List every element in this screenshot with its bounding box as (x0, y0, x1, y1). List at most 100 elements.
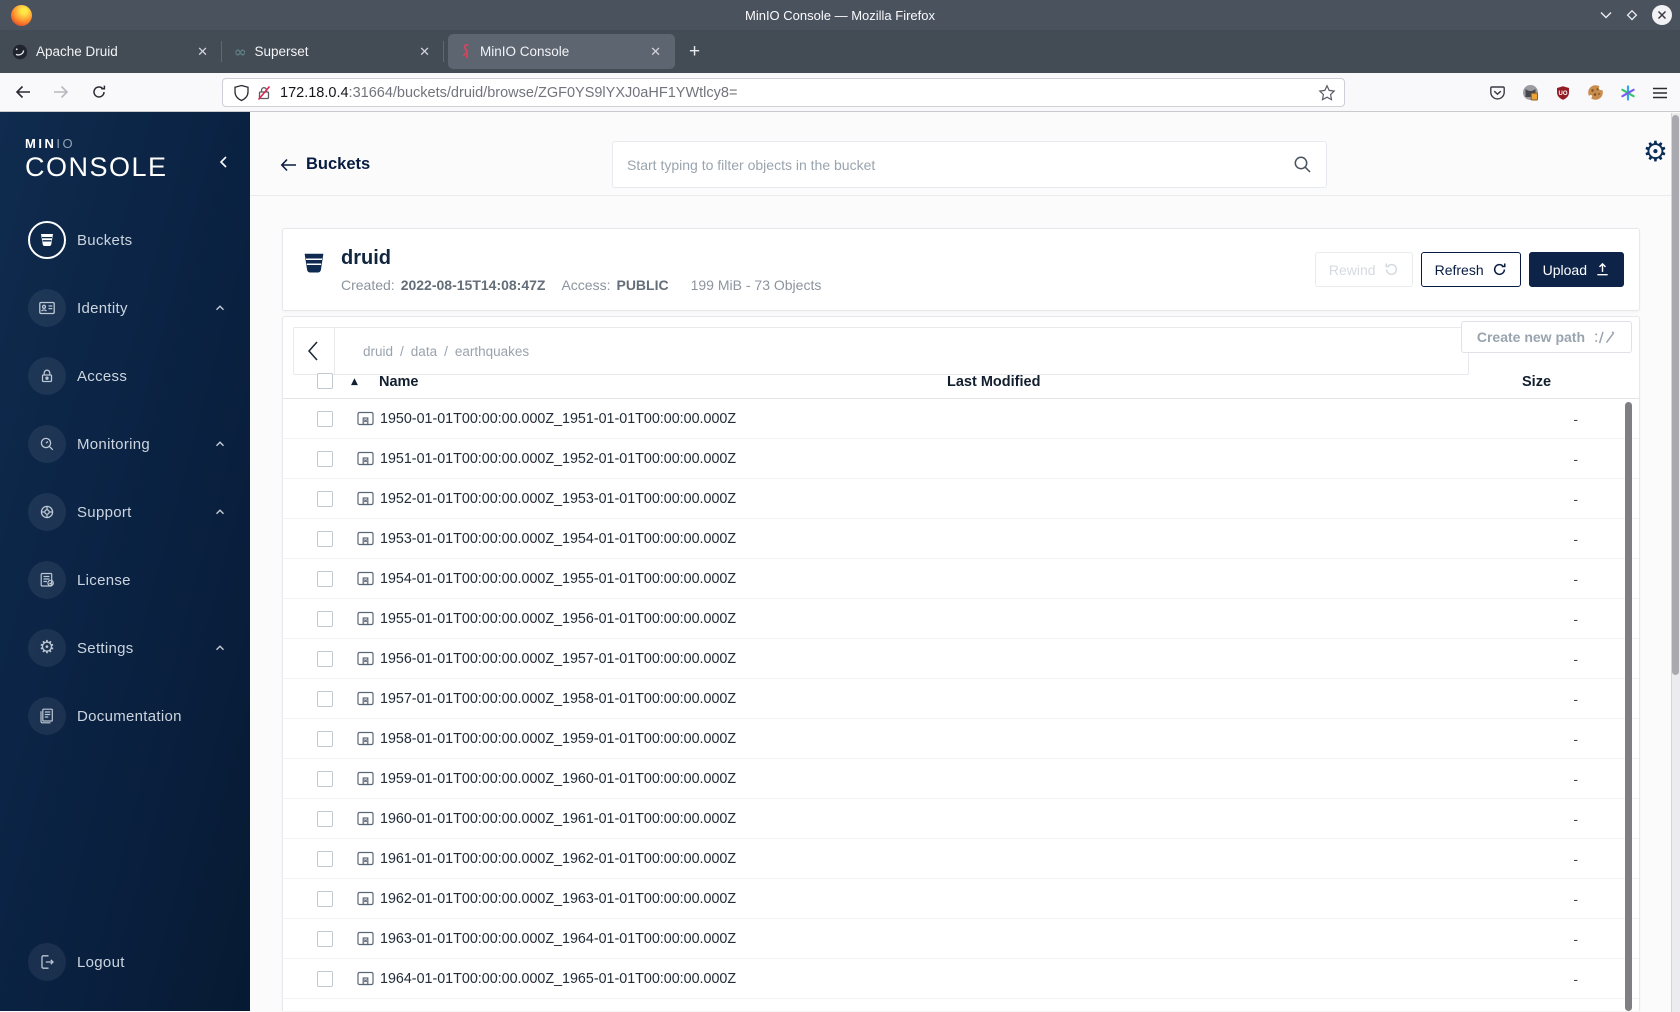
row-checkbox[interactable] (317, 570, 333, 587)
object-name[interactable]: 1960-01-01T00:00:00.000Z_1961-01-01T00:0… (380, 811, 736, 827)
breadcrumb-item[interactable]: data (411, 344, 437, 359)
back-button[interactable] (8, 78, 38, 106)
row-checkbox[interactable] (317, 770, 333, 787)
sidebar-item-identity[interactable]: Identity (0, 286, 250, 330)
object-name[interactable]: 1957-01-01T00:00:00.000Z_1958-01-01T00:0… (380, 691, 736, 707)
chevron-up-icon[interactable] (213, 641, 227, 655)
sidebar-item-monitoring[interactable]: Monitoring (0, 422, 250, 466)
sidebar-item-documentation[interactable]: Documentation (0, 694, 250, 738)
tab-minio-console[interactable]: MinIO Console ✕ (448, 30, 675, 73)
chevron-up-icon[interactable] (213, 437, 227, 451)
create-new-path-button[interactable]: Create new path (1460, 321, 1632, 353)
object-name[interactable]: 1963-01-01T00:00:00.000Z_1964-01-01T00:0… (380, 931, 736, 947)
table-row[interactable]: 1956-01-01T00:00:00.000Z_1957-01-01T00:0… (283, 639, 1639, 679)
sidebar-item-license[interactable]: License (0, 558, 250, 602)
row-checkbox[interactable] (317, 730, 333, 747)
object-name[interactable]: 1954-01-01T00:00:00.000Z_1955-01-01T00:0… (380, 571, 736, 587)
chevron-up-icon[interactable] (213, 505, 227, 519)
object-name[interactable]: 1959-01-01T00:00:00.000Z_1960-01-01T00:0… (380, 771, 736, 787)
object-name[interactable]: 1951-01-01T00:00:00.000Z_1952-01-01T00:0… (380, 451, 736, 467)
row-checkbox[interactable] (317, 410, 333, 427)
tab-apache-druid[interactable]: Apache Druid ✕ (0, 30, 222, 73)
back-to-buckets-link[interactable]: Buckets (280, 155, 370, 174)
rewind-button[interactable]: Rewind (1314, 252, 1413, 287)
row-checkbox[interactable] (317, 970, 333, 987)
window-maximize-button[interactable] (1625, 8, 1639, 22)
sidebar-item-logout[interactable]: Logout (0, 940, 250, 984)
table-row[interactable]: 1951-01-01T00:00:00.000Z_1952-01-01T00:0… (283, 439, 1639, 479)
sidebar-item-support[interactable]: Support (0, 490, 250, 534)
column-header-name[interactable]: Name (379, 374, 419, 390)
sidebar-item-access[interactable]: Access (0, 354, 250, 398)
ublock-origin-icon[interactable]: UO (1555, 85, 1571, 101)
table-row[interactable]: 1960-01-01T00:00:00.000Z_1961-01-01T00:0… (283, 799, 1639, 839)
refresh-button[interactable]: Refresh (1420, 252, 1521, 287)
table-row[interactable]: 1964-01-01T00:00:00.000Z_1965-01-01T00:0… (283, 959, 1639, 999)
object-name[interactable]: 1952-01-01T00:00:00.000Z_1953-01-01T00:0… (380, 491, 736, 507)
sort-ascending-icon[interactable]: ▲ (351, 377, 358, 387)
row-checkbox[interactable] (317, 650, 333, 667)
breadcrumb-back-button[interactable] (294, 328, 335, 374)
cookie-icon[interactable] (1587, 84, 1604, 101)
table-row[interactable]: 1961-01-01T00:00:00.000Z_1962-01-01T00:0… (283, 839, 1639, 879)
new-tab-button[interactable]: + (675, 30, 714, 73)
object-name[interactable]: 1958-01-01T00:00:00.000Z_1959-01-01T00:0… (380, 731, 736, 747)
insecure-lock-icon[interactable] (256, 85, 272, 101)
object-name[interactable]: 1955-01-01T00:00:00.000Z_1956-01-01T00:0… (380, 611, 736, 627)
url-bar[interactable]: 172.18.0.4:31664/buckets/druid/browse/ZG… (222, 78, 1345, 107)
bookmark-star-icon[interactable] (1318, 83, 1336, 102)
settings-gear-icon[interactable]: ⚙ (1643, 138, 1668, 166)
asterisk-extension-icon[interactable] (1620, 84, 1636, 101)
table-row[interactable]: 1953-01-01T00:00:00.000Z_1954-01-01T00:0… (283, 519, 1639, 559)
table-row[interactable]: 1958-01-01T00:00:00.000Z_1959-01-01T00:0… (283, 719, 1639, 759)
table-scrollbar[interactable] (1625, 402, 1632, 1011)
table-row[interactable]: 1950-01-01T00:00:00.000Z_1951-01-01T00:0… (283, 399, 1639, 439)
row-checkbox[interactable] (317, 610, 333, 627)
hamburger-menu-icon[interactable] (1652, 86, 1668, 100)
row-checkbox[interactable] (317, 930, 333, 947)
sidebar-item-buckets[interactable]: Buckets (0, 218, 250, 262)
table-row[interactable]: 1959-01-01T00:00:00.000Z_1960-01-01T00:0… (283, 759, 1639, 799)
forward-button[interactable] (46, 78, 76, 106)
row-checkbox[interactable] (317, 530, 333, 547)
row-checkbox[interactable] (317, 450, 333, 467)
search-input[interactable] (613, 156, 1292, 173)
table-row[interactable]: 1957-01-01T00:00:00.000Z_1958-01-01T00:0… (283, 679, 1639, 719)
upload-button[interactable]: Upload (1528, 252, 1624, 287)
tab-superset[interactable]: ∞ Superset ✕ (222, 30, 444, 73)
select-all-checkbox[interactable] (317, 373, 333, 389)
column-header-last-modified[interactable]: Last Modified (947, 374, 1040, 390)
row-checkbox[interactable] (317, 890, 333, 907)
object-name[interactable]: 1953-01-01T00:00:00.000Z_1954-01-01T00:0… (380, 531, 736, 547)
sidebar-collapse-icon[interactable] (216, 154, 232, 170)
object-name[interactable]: 1961-01-01T00:00:00.000Z_1962-01-01T00:0… (380, 851, 736, 867)
tab-close-icon[interactable]: ✕ (646, 43, 665, 60)
window-minimize-button[interactable] (1600, 11, 1612, 19)
window-close-button[interactable] (1652, 5, 1672, 25)
table-row[interactable]: 1962-01-01T00:00:00.000Z_1963-01-01T00:0… (283, 879, 1639, 919)
pocket-icon[interactable] (1489, 85, 1506, 101)
page-scrollbar[interactable] (1671, 113, 1680, 1012)
privacy-badger-icon[interactable] (1522, 84, 1539, 101)
object-name[interactable]: 1964-01-01T00:00:00.000Z_1965-01-01T00:0… (380, 971, 736, 987)
object-name[interactable]: 1950-01-01T00:00:00.000Z_1951-01-01T00:0… (380, 411, 736, 427)
row-checkbox[interactable] (317, 690, 333, 707)
row-checkbox[interactable] (317, 490, 333, 507)
table-row[interactable]: 1952-01-01T00:00:00.000Z_1953-01-01T00:0… (283, 479, 1639, 519)
sidebar-item-settings[interactable]: ⚙ Settings (0, 626, 250, 670)
table-row[interactable]: 1963-01-01T00:00:00.000Z_1964-01-01T00:0… (283, 919, 1639, 959)
table-row[interactable]: 1954-01-01T00:00:00.000Z_1955-01-01T00:0… (283, 559, 1639, 599)
tab-close-icon[interactable]: ✕ (193, 43, 212, 60)
object-name[interactable]: 1962-01-01T00:00:00.000Z_1963-01-01T00:0… (380, 891, 736, 907)
table-row[interactable]: 1955-01-01T00:00:00.000Z_1956-01-01T00:0… (283, 599, 1639, 639)
breadcrumb-item[interactable]: druid (363, 344, 393, 359)
column-header-size[interactable]: Size (1522, 374, 1551, 390)
row-checkbox[interactable] (317, 810, 333, 827)
tab-close-icon[interactable]: ✕ (415, 43, 434, 60)
breadcrumb-item[interactable]: earthquakes (455, 344, 529, 359)
reload-button[interactable] (84, 78, 114, 106)
page-scrollbar-thumb[interactable] (1672, 115, 1679, 675)
row-checkbox[interactable] (317, 850, 333, 867)
tracking-shield-icon[interactable] (233, 84, 250, 102)
object-name[interactable]: 1956-01-01T00:00:00.000Z_1957-01-01T00:0… (380, 651, 736, 667)
